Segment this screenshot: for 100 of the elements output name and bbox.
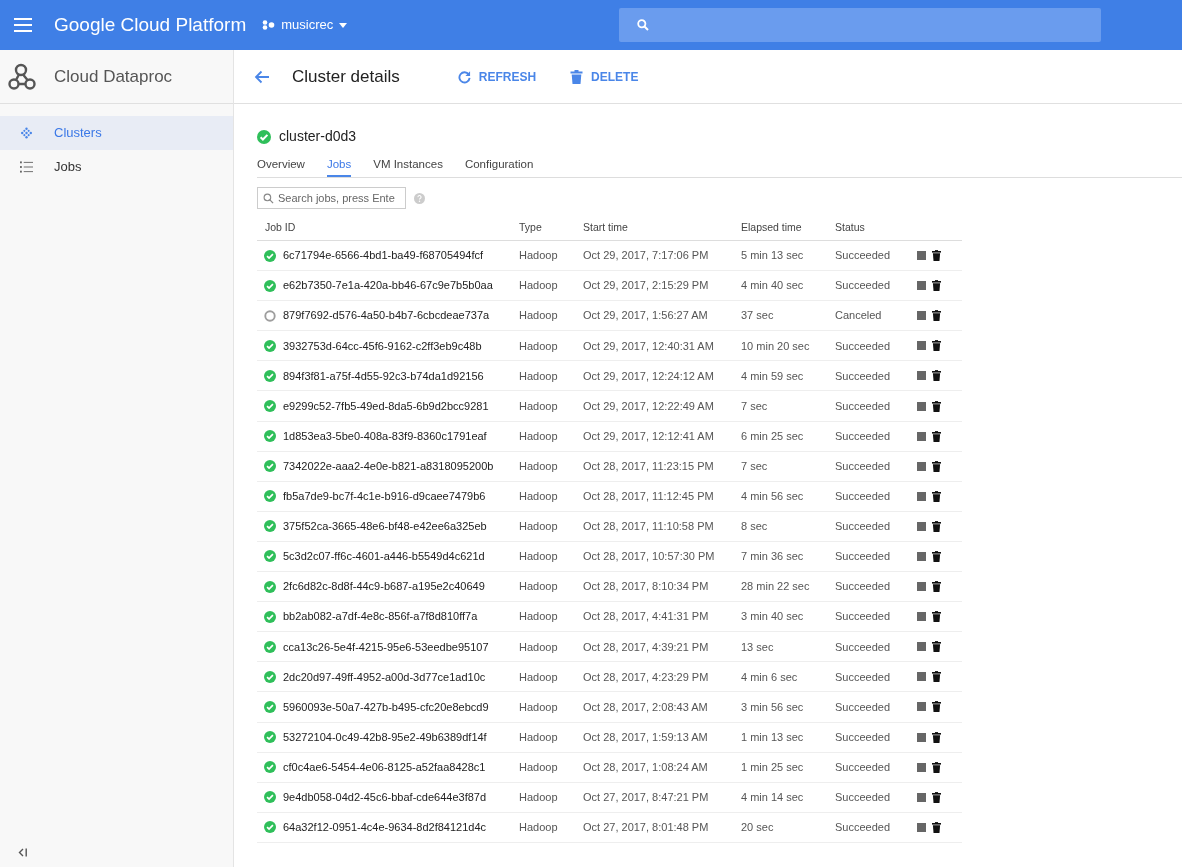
collapse-icon[interactable] [18,848,28,857]
table-cell-text: Hadoop [519,759,559,775]
trash-icon[interactable] [932,731,941,743]
sidebar-item[interactable]: Jobs [0,150,233,184]
table-cell[interactable]: bb2ab082-a7df-4e8c-856f-a7f8d810ff7a [283,608,478,625]
trash-icon[interactable] [932,581,941,593]
stop-icon[interactable] [917,281,926,291]
stop-icon[interactable] [917,521,926,531]
table-cell-text: Hadoop [519,609,559,625]
column-header[interactable]: Start time [583,219,741,236]
trash-icon[interactable] [932,551,941,562]
trash-icon[interactable] [932,280,941,292]
table-cell[interactable]: 375f52ca-3665-48e6-bf48-e42ee6a325eb [283,518,487,535]
trash-icon[interactable] [932,761,941,773]
column-header[interactable]: Job ID [257,219,519,236]
dots-icon [20,127,33,139]
table-cell[interactable]: 9e4db058-04d2-45c6-bbaf-cde644e3f87d [283,789,487,806]
check-icon [264,700,276,713]
table-cell-text: Hadoop [519,579,559,595]
table-cell-text: Succeeded [835,790,892,805]
column-header[interactable]: Status [835,219,915,236]
table-cell-text: Canceled [835,308,883,324]
table-cell[interactable]: 5c3d2c07-ff6c-4601-a446-b5549d4c621d [283,548,485,565]
table-cell[interactable]: 53272104-0c49-42b8-95e2-49b6389df14f [283,728,487,746]
table-cell-text: 7 min 36 sec [741,549,805,565]
stop-icon[interactable] [917,762,926,772]
table-cell-text: Hadoop [519,398,559,414]
table-cell-text: Succeeded [835,428,892,444]
table-cell-text: 8 sec [741,519,769,535]
trash-icon[interactable] [932,460,941,472]
tab[interactable]: Overview [257,153,305,177]
table-cell-text: Succeeded [835,579,892,595]
stop-icon[interactable] [917,251,926,261]
tab[interactable]: Configuration [464,153,534,177]
table-cell-text: Oct 29, 2017, 12:22:49 AM [583,398,715,414]
stop-icon[interactable] [917,401,926,411]
trash-icon[interactable] [932,671,941,683]
tab[interactable]: VM Instances [373,153,443,177]
search-field[interactable]: Search jobs, press Ente [257,187,406,209]
stop-icon[interactable] [917,371,926,381]
table-cell-text: 4 min 14 sec [741,790,805,805]
column-header[interactable]: Elapsed time [741,219,835,236]
sidebar-item[interactable]: Clusters [0,116,233,150]
trash-icon[interactable] [932,490,941,502]
table-cell[interactable]: 3932753d-64cc-45f6-9162-c2ff3eb9c48b [283,337,482,355]
table-cell[interactable]: 6c71794e-6566-4bd1-ba49-f68705494fcf [283,247,483,264]
page-title: Cluster details [292,65,400,88]
table-cell[interactable]: 1d853ea3-5be0-408a-83f9-8360c1791eaf [283,427,487,445]
table-cell[interactable]: e9299c52-7fb5-49ed-8da5-6b9d2bcc9281 [283,397,489,415]
table-cell[interactable]: e62b7350-7e1a-420a-bb46-67c9e7b5b0aa [283,277,493,294]
dots-icon [262,20,276,30]
table-cell[interactable]: 894f3f81-a75f-4d55-92c3-b74da1d92156 [283,367,484,385]
check-icon [264,610,276,623]
check-icon [257,129,271,144]
stop-icon[interactable] [917,491,926,501]
trash-icon[interactable] [932,430,941,442]
tab[interactable]: Jobs [326,153,352,177]
trash-icon[interactable] [932,611,941,623]
trash-icon[interactable] [932,701,941,713]
delete-button[interactable]: DELETE [570,67,639,86]
table-cell[interactable]: 2dc20d97-49ff-4952-a00d-3d77ce1ad10c [283,668,486,686]
refresh-button[interactable]: REFRESH [457,67,537,86]
check-icon [264,821,276,834]
trash-icon[interactable] [932,340,941,352]
table-cell[interactable]: 64a32f12-0951-4c4e-9634-8d2f84121d4c [283,819,487,836]
stop-icon[interactable] [917,702,926,712]
trash-icon[interactable] [932,821,941,833]
back-arrow-icon[interactable] [254,69,270,84]
stop-icon[interactable] [917,672,926,682]
table-cell[interactable]: cf0c4ae6-5454-4e06-8125-a52faa8428c1 [283,758,486,776]
table-cell[interactable]: 7342022e-aaa2-4e0e-b821-a8318095200b [283,457,494,475]
trash-icon[interactable] [932,400,941,412]
trash-icon[interactable] [932,791,941,803]
stop-icon[interactable] [917,732,926,742]
table-cell[interactable]: cca13c26-5e4f-4215-95e6-53eedbe95107 [283,638,489,655]
stop-icon[interactable] [917,612,926,622]
table-cell[interactable]: 2fc6d82c-8d8f-44c9-b687-a195e2c40649 [283,578,485,595]
check-icon [264,580,276,593]
project-selector[interactable]: musicrec [262,15,348,35]
stop-icon[interactable] [917,822,926,832]
stop-icon[interactable] [917,792,926,802]
table-cell[interactable]: 5960093e-50a7-427b-b495-cfc20e8ebcd9 [283,698,489,716]
trash-icon[interactable] [932,520,941,532]
column-header[interactable]: Type [519,219,583,236]
table-cell-text: Succeeded [835,729,892,745]
stop-icon[interactable] [917,461,926,471]
stop-icon[interactable] [917,311,926,321]
stop-icon[interactable] [917,431,926,441]
check-icon [264,339,276,352]
stop-icon[interactable] [917,642,926,652]
table-cell-text: 1 min 13 sec [741,729,805,745]
trash-icon[interactable] [932,310,941,322]
stop-icon[interactable] [917,341,926,351]
trash-icon[interactable] [932,370,941,382]
table-cell[interactable]: 879f7692-d576-4a50-b4b7-6cbcdeae737a [283,307,490,324]
trash-icon[interactable] [932,250,941,262]
table-cell[interactable]: fb5a7de9-bc7f-4c1e-b916-d9caee7479b6 [283,488,486,505]
menu-icon[interactable] [14,18,32,32]
stop-icon[interactable] [917,582,926,592]
trash-icon[interactable] [932,641,941,653]
